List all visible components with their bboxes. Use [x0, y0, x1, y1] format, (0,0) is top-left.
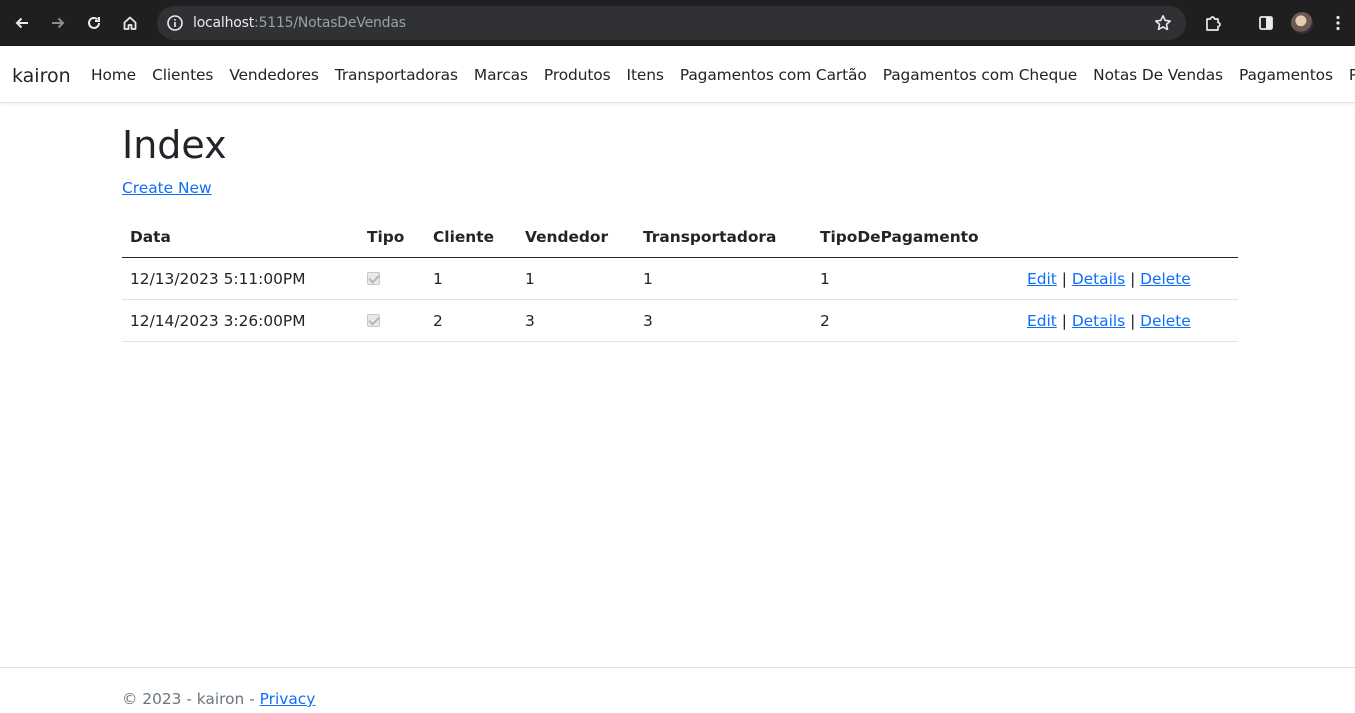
- header-data: Data: [122, 216, 359, 258]
- cell-vendedor: 1: [517, 257, 635, 300]
- edit-link[interactable]: Edit: [1027, 270, 1057, 288]
- site-navbar: kairon Home Clientes Vendedores Transpor…: [0, 46, 1355, 103]
- side-panel-icon: [1259, 16, 1273, 30]
- arrow-left-icon: [15, 17, 28, 29]
- menu-button[interactable]: [1324, 9, 1352, 37]
- cell-cliente: 2: [425, 299, 517, 342]
- nav-link-privacy[interactable]: Privacy: [1341, 65, 1355, 85]
- details-link[interactable]: Details: [1072, 312, 1125, 330]
- kebab-menu-icon: [1336, 15, 1340, 31]
- page-title: Index: [122, 123, 227, 167]
- puzzle-icon: [1206, 16, 1221, 31]
- cell-cliente: 1: [425, 257, 517, 300]
- home-button[interactable]: [116, 9, 144, 37]
- arrow-right-icon: [52, 17, 65, 29]
- table-row: 12/13/2023 5:11:00PM 1 1 1 1 Edit | Deta…: [122, 257, 1238, 300]
- footer-privacy-link[interactable]: Privacy: [260, 690, 316, 708]
- home-icon: [123, 16, 137, 30]
- nav-link-produtos[interactable]: Produtos: [536, 65, 619, 85]
- nav-link-home[interactable]: Home: [83, 65, 144, 85]
- browser-toolbar: localhost:5115/NotasDeVendas: [0, 0, 1355, 46]
- url-path: :5115/NotasDeVendas: [254, 15, 406, 31]
- header-tipo-de-pagamento: TipoDePagamento: [812, 216, 1019, 258]
- nav-link-clientes[interactable]: Clientes: [144, 65, 221, 85]
- profile-avatar[interactable]: [1291, 12, 1313, 34]
- table-row: 12/14/2023 3:26:00PM 2 3 3 2 Edit | Deta…: [122, 299, 1238, 342]
- nav-link-pagamentos[interactable]: Pagamentos: [1231, 65, 1341, 85]
- main-content: Index Create New Data Tipo Cliente Vende…: [122, 120, 1238, 342]
- action-separator: |: [1061, 270, 1067, 288]
- nav-link-transportadoras[interactable]: Transportadoras: [327, 65, 466, 85]
- table-header-row: Data Tipo Cliente Vendedor Transportador…: [122, 216, 1238, 258]
- delete-link[interactable]: Delete: [1140, 270, 1191, 288]
- cell-tipo-de-pagamento: 2: [812, 299, 1019, 342]
- cell-tipo-de-pagamento: 1: [812, 257, 1019, 300]
- tipo-checkbox: [367, 314, 380, 327]
- url-host: localhost: [193, 15, 255, 31]
- create-new-link[interactable]: Create New: [122, 178, 212, 198]
- nav-link-notas-de-vendas[interactable]: Notas De Vendas: [1085, 65, 1231, 85]
- cell-actions: Edit | Details | Delete: [1019, 299, 1238, 342]
- cell-tipo: [359, 257, 425, 300]
- side-panel-button[interactable]: [1252, 9, 1280, 37]
- header-vendedor: Vendedor: [517, 216, 635, 258]
- nav-link-pagamentos-cartao[interactable]: Pagamentos com Cartão: [672, 65, 875, 85]
- nav-link-pagamentos-cheque[interactable]: Pagamentos com Cheque: [875, 65, 1085, 85]
- site-info-icon[interactable]: [166, 14, 184, 32]
- header-cliente: Cliente: [425, 216, 517, 258]
- nav-link-marcas[interactable]: Marcas: [466, 65, 536, 85]
- bookmark-star-icon[interactable]: [1154, 14, 1172, 32]
- navbar-brand[interactable]: kairon: [12, 64, 71, 88]
- cell-data: 12/14/2023 3:26:00PM: [122, 299, 359, 342]
- cell-transportadora: 1: [635, 257, 812, 300]
- url-text: localhost:5115/NotasDeVendas: [193, 14, 406, 32]
- notas-table: Data Tipo Cliente Vendedor Transportador…: [122, 216, 1238, 342]
- tipo-checkbox: [367, 272, 380, 285]
- footer-text: © 2023 - kairon - Privacy: [122, 689, 315, 709]
- reload-button[interactable]: [80, 9, 108, 37]
- extensions-button[interactable]: [1199, 9, 1227, 37]
- footer-copyright: © 2023 - kairon -: [122, 690, 260, 708]
- cell-transportadora: 3: [635, 299, 812, 342]
- action-separator: |: [1130, 312, 1136, 330]
- site-footer: © 2023 - kairon - Privacy: [0, 667, 1355, 713]
- cell-actions: Edit | Details | Delete: [1019, 257, 1238, 300]
- back-button[interactable]: [8, 9, 36, 37]
- cell-vendedor: 3: [517, 299, 635, 342]
- header-actions: [1019, 216, 1238, 258]
- address-bar[interactable]: localhost:5115/NotasDeVendas: [157, 6, 1186, 40]
- forward-button[interactable]: [44, 9, 72, 37]
- action-separator: |: [1130, 270, 1136, 288]
- nav-link-itens[interactable]: Itens: [619, 65, 672, 85]
- nav-links: Home Clientes Vendedores Transportadoras…: [83, 65, 1355, 85]
- delete-link[interactable]: Delete: [1140, 312, 1191, 330]
- nav-link-vendedores[interactable]: Vendedores: [221, 65, 326, 85]
- cell-tipo: [359, 299, 425, 342]
- reload-icon: [88, 16, 100, 29]
- action-separator: |: [1061, 312, 1067, 330]
- details-link[interactable]: Details: [1072, 270, 1125, 288]
- header-transportadora: Transportadora: [635, 216, 812, 258]
- header-tipo: Tipo: [359, 216, 425, 258]
- cell-data: 12/13/2023 5:11:00PM: [122, 257, 359, 300]
- edit-link[interactable]: Edit: [1027, 312, 1057, 330]
